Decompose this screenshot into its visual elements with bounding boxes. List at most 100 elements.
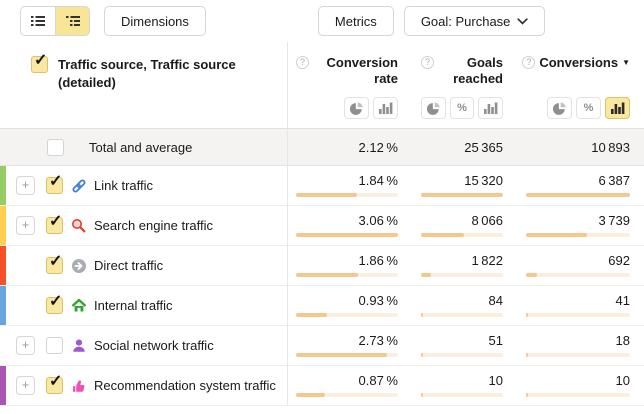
row-checkbox[interactable]: ✓ — [46, 297, 63, 314]
help-icon[interactable]: ? — [421, 56, 434, 69]
total-row-checkbox[interactable] — [47, 139, 64, 156]
value-bar — [296, 353, 398, 357]
goal-selector[interactable]: Goal: Purchase — [404, 6, 546, 36]
value-bar — [296, 233, 398, 237]
help-icon[interactable]: ? — [522, 56, 535, 69]
percent-view-button[interactable]: % — [450, 97, 475, 119]
metric-cell-conversion-rate: 0.93 % — [287, 286, 412, 325]
row-label[interactable]: Search engine traffic — [94, 218, 213, 233]
metric-cell-goals-reached: 84 — [412, 286, 517, 325]
total-row: Total and average 2.12 % 25 365 10 893 — [0, 129, 644, 166]
check-icon: ✓ — [49, 371, 62, 391]
help-icon[interactable]: ? — [296, 56, 309, 69]
expand-button[interactable]: + — [16, 216, 35, 235]
pie-chart-icon — [349, 101, 364, 116]
value-bar — [421, 273, 503, 277]
row-color-strip — [0, 366, 6, 405]
column-header-goals-reached[interactable]: ?Goals reached — [421, 55, 503, 88]
table-row: + ✓ Recommendation system traffic 0.87 % 10 1… — [0, 366, 644, 406]
sort-desc-icon: ▼ — [622, 58, 630, 67]
row-label[interactable]: Recommendation system traffic — [94, 378, 276, 393]
check-icon: ✓ — [34, 50, 47, 70]
table-row: + ✓ Link traffic 1.84 %15 320 6 387 — [0, 166, 644, 206]
metric-cell-goals-reached: 15 320 — [412, 166, 517, 205]
list-view-button[interactable] — [20, 6, 55, 36]
row-dimension-cell: +✓Internal traffic — [0, 286, 287, 325]
metrics-button[interactable]: Metrics — [318, 6, 394, 36]
row-label[interactable]: Link traffic — [94, 178, 153, 193]
row-checkbox[interactable]: ✓ — [46, 177, 63, 194]
metric-cell-goals-reached: 51 — [412, 326, 517, 365]
metric-cell-conversion-rate: 0.87 % — [287, 366, 412, 405]
metric-value: 0.93 % — [359, 294, 398, 307]
metric-value: 10 — [489, 374, 503, 387]
dimension-header-label: Traffic source, Traffic source (detailed… — [58, 56, 273, 91]
column-tools: % — [526, 97, 630, 119]
row-dimension-cell: +✓Direct traffic — [0, 246, 287, 285]
metric-value: 3 739 — [598, 214, 630, 227]
row-color-strip — [0, 246, 6, 285]
direct-arrow-icon — [71, 258, 87, 274]
row-dimension-cell: + ✓ Link traffic — [0, 166, 287, 205]
metric-value: 1.86 % — [359, 254, 398, 267]
metric-value: 0.87 % — [359, 374, 398, 387]
metric-value: 10 — [616, 374, 630, 387]
row-checkbox[interactable]: ✓ — [46, 217, 63, 234]
home-icon — [71, 298, 87, 314]
bar-view-button[interactable] — [478, 97, 503, 119]
value-bar — [526, 313, 630, 317]
row-label[interactable]: Internal traffic — [94, 298, 173, 313]
chevron-down-icon — [517, 18, 528, 25]
total-row-dim-cell: Total and average — [0, 129, 287, 165]
check-icon: ✓ — [49, 211, 62, 231]
bar-view-button[interactable] — [605, 97, 630, 119]
expand-button[interactable]: + — [16, 176, 35, 195]
percent-view-button[interactable]: % — [576, 97, 601, 119]
metric-value: 51 — [489, 334, 503, 347]
percent-icon: % — [584, 102, 594, 114]
pie-view-button[interactable] — [547, 97, 572, 119]
bar-view-button[interactable] — [373, 97, 398, 119]
table-header: ✓ Traffic source, Traffic source (detail… — [0, 42, 644, 129]
metric-value: 41 — [616, 294, 630, 307]
metric-cell-goals-reached: 1 822 — [412, 246, 517, 285]
tree-view-button[interactable] — [55, 6, 90, 36]
column-header-label: Conversions▼ — [539, 55, 630, 71]
column-tools — [296, 97, 398, 119]
row-checkbox[interactable]: ✓ — [46, 377, 63, 394]
pie-view-button[interactable] — [421, 97, 446, 119]
metric-cell-conversion-rate: 2.73 % — [287, 326, 412, 365]
metric-cell-goals-reached: 10 — [412, 366, 517, 405]
metric-value: 8 066 — [471, 214, 503, 227]
pie-chart-icon — [552, 101, 567, 116]
row-checkbox[interactable]: ✓ — [46, 257, 63, 274]
value-bar — [296, 273, 398, 277]
column-header-conversions[interactable]: ?Conversions▼ — [526, 55, 630, 71]
total-row-label: Total and average — [89, 140, 192, 155]
table-body: + ✓ Link traffic 1.84 %15 320 6 387 + ✓ Search … — [0, 166, 644, 406]
metric-value: 84 — [489, 294, 503, 307]
analytics-report: Dimensions Metrics Goal: Purchase ✓ Traf… — [0, 0, 644, 414]
total-conversion-rate: 2.12 % — [287, 129, 412, 165]
row-dimension-cell: + Social network traffic — [0, 326, 287, 365]
metric-cell-conversions: 692 — [517, 246, 644, 285]
expand-button[interactable]: + — [16, 336, 35, 355]
value-bar — [526, 233, 630, 237]
check-icon: ✓ — [49, 171, 62, 191]
metric-cell-conversion-rate: 1.84 % — [287, 166, 412, 205]
metric-value: 6 387 — [598, 174, 630, 187]
row-checkbox[interactable] — [46, 337, 63, 354]
pie-chart-icon — [426, 101, 441, 116]
value-bar — [296, 313, 398, 317]
bar-chart-icon — [378, 101, 394, 115]
row-label[interactable]: Direct traffic — [94, 258, 163, 273]
pie-view-button[interactable] — [344, 97, 369, 119]
select-all-checkbox[interactable]: ✓ — [31, 56, 48, 73]
metric-cell-conversion-rate: 1.86 % — [287, 246, 412, 285]
check-icon: ✓ — [49, 251, 62, 271]
row-label[interactable]: Social network traffic — [94, 338, 214, 353]
expand-button[interactable]: + — [16, 376, 35, 395]
metric-value: 18 — [616, 334, 630, 347]
column-header-conversion-rate[interactable]: ?Conversion rate — [296, 55, 398, 88]
dimensions-button[interactable]: Dimensions — [104, 6, 206, 36]
